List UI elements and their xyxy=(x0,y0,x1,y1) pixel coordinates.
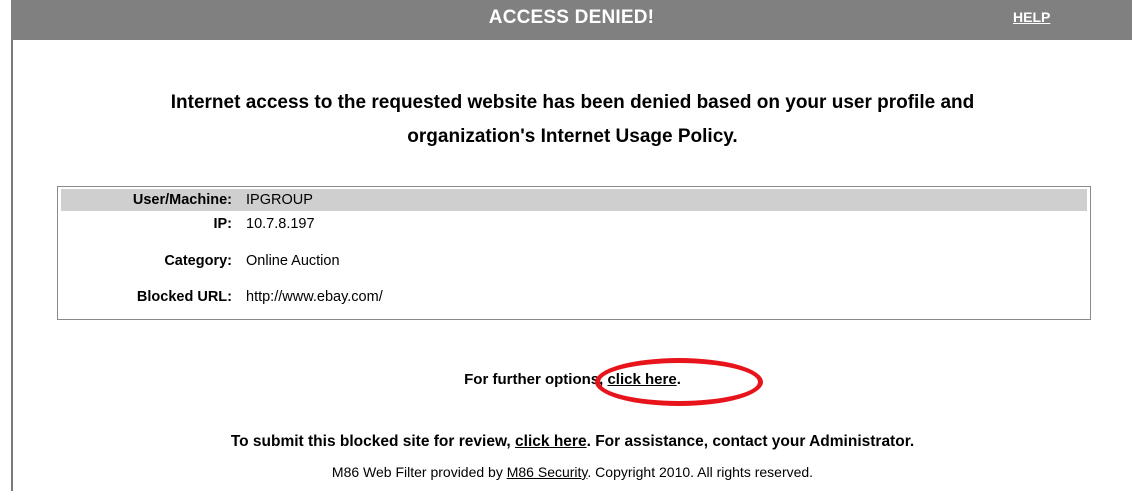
submit-review-suffix: . For assistance, contact your Administr… xyxy=(586,433,915,450)
page-title: ACCESS DENIED! xyxy=(488,7,655,28)
info-label: Blocked URL: xyxy=(136,289,232,305)
submit-review-text: To submit this blocked site for review, xyxy=(230,433,516,450)
m86-security-link[interactable]: M86 Security xyxy=(507,464,588,480)
info-row-category: Category: Online Auction xyxy=(61,250,1087,272)
access-denied-message: Internet access to the requested website… xyxy=(13,86,1132,154)
message-line-1: Internet access to the requested website… xyxy=(170,92,975,113)
info-row-blocked-url: Blocked URL: http://www.ebay.com/ xyxy=(61,286,1087,308)
info-row-user-machine: User/Machine: IPGROUP xyxy=(61,189,1087,211)
message-line-2: organization's Internet Usage Policy. xyxy=(407,126,738,147)
info-value: IPGROUP xyxy=(246,192,313,208)
further-options-link[interactable]: click here xyxy=(607,371,676,388)
header-bar: ACCESS DENIED! HELP xyxy=(11,0,1132,40)
submit-review-link[interactable]: click here xyxy=(515,433,587,450)
further-options-text: For further options, xyxy=(464,371,608,388)
footer-suffix: . Copyright 2010. All rights reserved. xyxy=(587,464,814,480)
help-link[interactable]: HELP xyxy=(1013,9,1050,25)
block-details-table: User/Machine: IPGROUP IP: 10.7.8.197 Cat… xyxy=(57,186,1091,320)
info-label: User/Machine: xyxy=(132,192,232,208)
info-value: Online Auction xyxy=(246,253,340,269)
info-label: Category: xyxy=(164,253,232,269)
further-options-suffix: . xyxy=(676,371,681,388)
info-label: IP: xyxy=(213,216,232,232)
page-left-border xyxy=(11,0,13,491)
submit-review-line: To submit this blocked site for review, … xyxy=(13,432,1132,452)
info-value: http://www.ebay.com/ xyxy=(246,289,383,305)
further-options-line: For further options, click here. xyxy=(13,370,1132,390)
footer-copyright: M86 Web Filter provided by M86 Security.… xyxy=(13,463,1132,481)
info-value: 10.7.8.197 xyxy=(246,216,315,232)
info-row-ip: IP: 10.7.8.197 xyxy=(61,213,1087,235)
footer-text: M86 Web Filter provided by xyxy=(331,464,507,480)
